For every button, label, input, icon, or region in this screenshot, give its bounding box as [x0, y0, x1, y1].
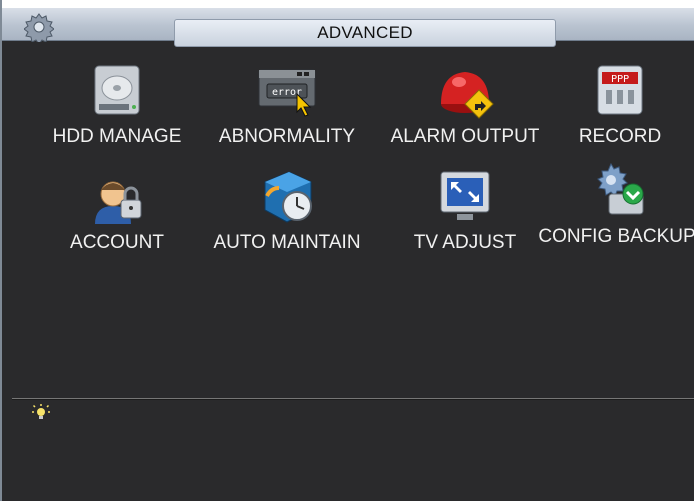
record-icon: PPP [597, 65, 643, 115]
menu-item-abnormality[interactable]: error ABNORMALITY [202, 60, 372, 170]
menu-label: HDD MANAGE [52, 126, 182, 147]
divider-shadow [12, 399, 694, 400]
lightbulb-icon [32, 404, 50, 419]
alarm-output-icon [441, 72, 494, 119]
menu-item-config-backup[interactable]: CONFIG BACKUP [532, 160, 694, 270]
menu-item-tv-adjust[interactable]: TV ADJUST [380, 166, 550, 276]
menu-item-hdd-manage[interactable]: HDD MANAGE [32, 60, 202, 170]
menu-label: CONFIG BACKUP [538, 226, 694, 247]
window-title: ADVANCED [174, 19, 556, 47]
menu-label: RECORD [578, 126, 662, 147]
menu-item-auto-maintain[interactable]: AUTO MAINTAIN [202, 166, 372, 276]
svg-text:PPP: PPP [611, 74, 629, 85]
hdd-icon [94, 65, 140, 115]
menu-item-record[interactable]: PPP RECORD [535, 60, 694, 170]
menu-label: ACCOUNT [70, 232, 164, 253]
menu-label: AUTO MAINTAIN [213, 232, 361, 253]
error-icon: error [258, 69, 316, 117]
tv-adjust-icon [440, 171, 490, 220]
gear-icon [24, 13, 54, 42]
account-icon [95, 181, 142, 224]
menu-label: ALARM OUTPUT [390, 126, 540, 147]
config-backup-icon [597, 162, 644, 215]
auto-maintain-icon [264, 171, 312, 223]
menu-label: TV ADJUST [413, 232, 517, 253]
menu-item-alarm-output[interactable]: ALARM OUTPUT [380, 60, 550, 170]
menu-item-account[interactable]: ACCOUNT [32, 166, 202, 276]
title-bar: ADVANCED [2, 8, 694, 47]
menu-label: ABNORMALITY [218, 126, 356, 147]
advanced-window: ADVANCED HDD MANAGE error ABNORMALITY AL… [0, 0, 694, 501]
